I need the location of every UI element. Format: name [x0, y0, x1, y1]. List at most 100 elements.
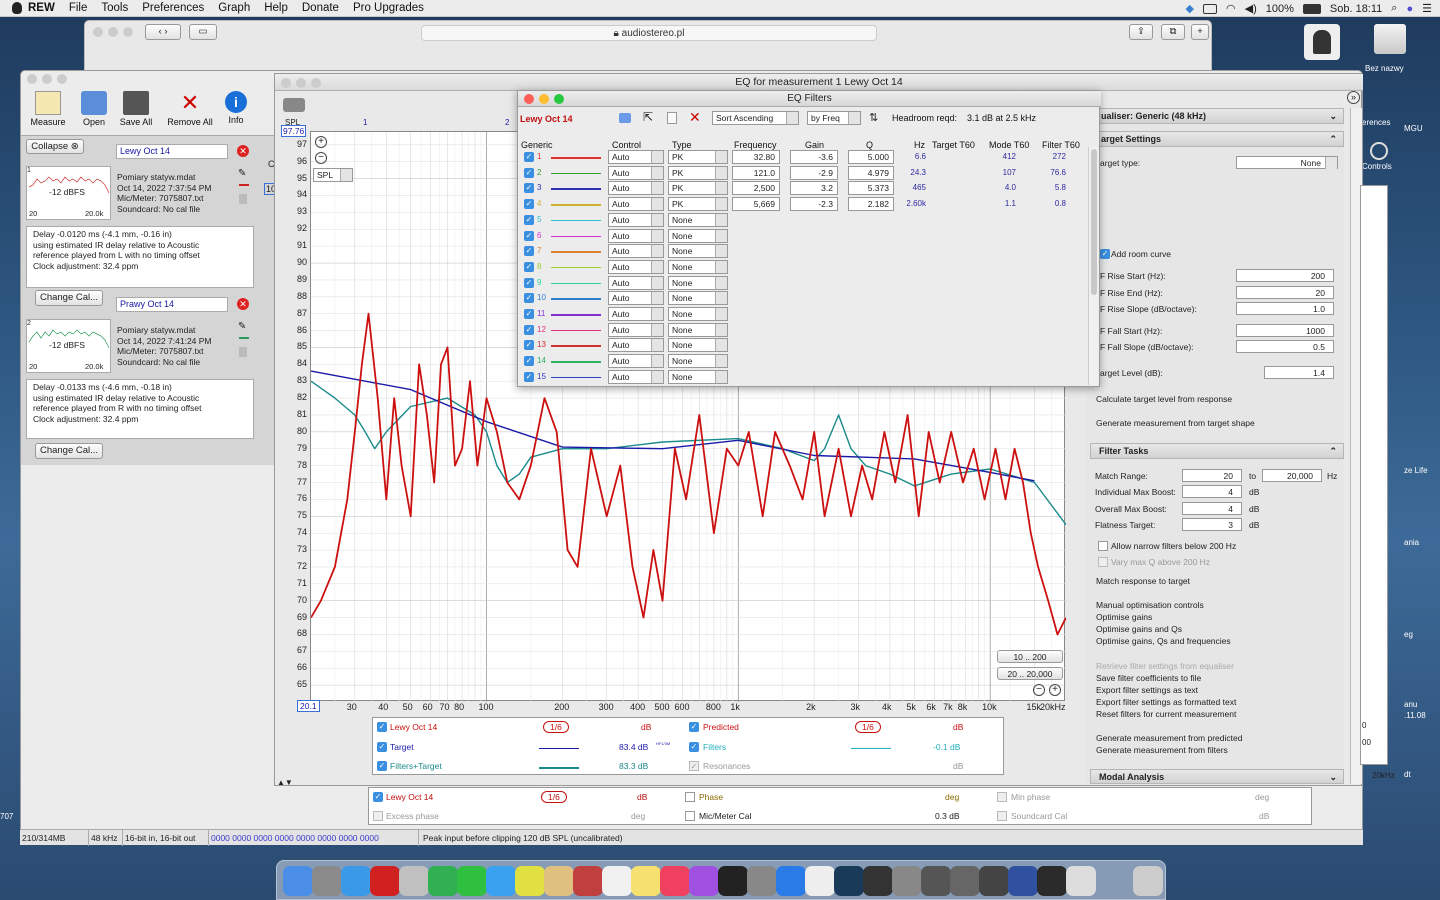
rew-minimize-button[interactable]: [42, 74, 52, 84]
eqf-scroll-thumb[interactable]: [1091, 149, 1097, 295]
menu-file[interactable]: File: [69, 2, 88, 14]
bl-excess-checkbox[interactable]: [373, 811, 383, 821]
target-level-input[interactable]: 1.4: [1264, 366, 1334, 379]
filter-type-select[interactable]: None: [668, 228, 728, 243]
filter-type-select[interactable]: PK: [668, 150, 728, 164]
m2-edit-icon[interactable]: ✎: [238, 321, 246, 332]
filter-type-select[interactable]: None: [668, 212, 728, 227]
legend-checkbox[interactable]: ✓: [377, 761, 387, 771]
legend2-checkbox[interactable]: ✓: [689, 761, 699, 771]
dock-trash-icon[interactable]: [1133, 866, 1163, 896]
clear-filters-icon[interactable]: ✕: [689, 109, 701, 126]
bl-miccal-checkbox[interactable]: [685, 811, 695, 821]
tabs-icon[interactable]: ⧉: [1161, 24, 1185, 40]
range-20-20000-button[interactable]: 20 .. 20,000: [997, 667, 1063, 680]
filter-color-line[interactable]: [551, 282, 601, 285]
dock-music-icon[interactable]: [660, 866, 690, 896]
browser-zoom-button[interactable]: [123, 27, 133, 37]
filter-control-select[interactable]: Auto: [608, 244, 664, 259]
change-cal-button-2[interactable]: Change Cal...: [35, 443, 103, 459]
filter-control-select[interactable]: Auto: [608, 150, 664, 164]
filter-frequency-input[interactable]: 5,669: [732, 197, 780, 212]
filter-enable-checkbox[interactable]: ✓: [524, 356, 534, 367]
change-cal-button-1[interactable]: Change Cal...: [35, 290, 103, 306]
filter-enable-checkbox[interactable]: ✓: [524, 371, 534, 382]
filter-type-select[interactable]: None: [668, 259, 728, 274]
menu-donate[interactable]: Donate: [302, 2, 339, 14]
filter-enable-checkbox[interactable]: ✓: [524, 293, 534, 304]
flatness-input[interactable]: 3: [1182, 518, 1242, 531]
filter-q-input[interactable]: 5.373: [848, 181, 894, 196]
open-button[interactable]: Open: [71, 91, 117, 127]
x-zoom-in-icon[interactable]: +: [1049, 684, 1061, 696]
dock-mail-icon[interactable]: [486, 866, 516, 896]
collapse-button[interactable]: Collapse ⊗: [26, 139, 84, 154]
filter-tasks-header[interactable]: Filter Tasks ⌃: [1090, 443, 1344, 459]
rise-start-input[interactable]: 200: [1236, 269, 1334, 282]
calc-target-button[interactable]: Calculate target level from response: [1096, 394, 1232, 404]
vary-q-checkbox[interactable]: [1098, 557, 1108, 567]
dock-calendar-icon[interactable]: [602, 866, 632, 896]
range-10-200-button[interactable]: 10 .. 200: [997, 650, 1063, 663]
filter-control-select[interactable]: Auto: [608, 275, 664, 290]
remove-all-button[interactable]: ✕ Remove All: [167, 91, 213, 128]
menu-tools[interactable]: Tools: [101, 2, 128, 14]
dock-safari-icon[interactable]: [341, 866, 371, 896]
dock-audio-icon[interactable]: [1037, 866, 1067, 896]
menu-help[interactable]: Help: [264, 2, 288, 14]
y-scale-select[interactable]: SPL: [313, 168, 353, 182]
measurement-2-name[interactable]: Prawy Oct 14: [116, 297, 228, 312]
filter-enable-checkbox[interactable]: ✓: [524, 246, 534, 257]
bl-meas-checkbox[interactable]: ✓: [373, 792, 383, 802]
dock-istat-icon[interactable]: [892, 866, 922, 896]
import-icon[interactable]: ⇱: [643, 110, 653, 124]
dock-facetime-icon[interactable]: [457, 866, 487, 896]
eqf-zoom-button[interactable]: [554, 94, 564, 104]
legend-smoothing[interactable]: 1/6: [543, 721, 569, 733]
filter-color-line[interactable]: [551, 361, 601, 363]
match-range-to-input[interactable]: 20,000: [1262, 469, 1322, 482]
menu-app[interactable]: REW: [28, 2, 55, 14]
camera-icon[interactable]: [283, 98, 305, 112]
dock-stickies-icon[interactable]: [631, 866, 661, 896]
reset-filters-button[interactable]: Reset filters for current measurement: [1096, 709, 1236, 719]
filter-enable-checkbox[interactable]: ✓: [524, 230, 534, 241]
menu-graph[interactable]: Graph: [218, 2, 250, 14]
filter-type-select[interactable]: None: [668, 354, 728, 369]
filter-control-select[interactable]: Auto: [608, 307, 664, 321]
filter-control-select[interactable]: Auto: [608, 165, 664, 180]
filter-enable-checkbox[interactable]: ✓: [524, 199, 534, 210]
bl-soundcal-checkbox[interactable]: [997, 811, 1007, 821]
filter-color-line[interactable]: [551, 266, 601, 269]
retrieve-button[interactable]: Retrieve filter settings from equaliser: [1096, 661, 1234, 671]
browser-back-forward[interactable]: ‹ ›: [145, 24, 181, 40]
filter-frequency-input[interactable]: 2,500: [732, 181, 780, 196]
drive-icon[interactable]: [1374, 24, 1406, 54]
modal-analysis-header[interactable]: Modal Analysis ⌄: [1090, 769, 1344, 784]
filter-enable-checkbox[interactable]: ✓: [524, 309, 534, 319]
remove-measurement-2-icon[interactable]: ✕: [237, 298, 249, 310]
panel-toggle-icon[interactable]: »: [1347, 91, 1360, 104]
gen-filters-button[interactable]: Generate measurement from filters: [1096, 745, 1228, 755]
sidebar-toggle-icon[interactable]: ▭: [189, 24, 217, 40]
copy-icon[interactable]: [667, 112, 677, 124]
filter-control-select[interactable]: Auto: [608, 291, 664, 306]
filter-type-select[interactable]: None: [668, 369, 728, 384]
filter-control-select[interactable]: Auto: [608, 354, 664, 369]
menu-pro-upgrades[interactable]: Pro Upgrades: [353, 2, 424, 14]
dock-system-prefs-icon[interactable]: [921, 866, 951, 896]
dock-rew-icon[interactable]: [1066, 866, 1096, 896]
filter-color-line[interactable]: [551, 251, 601, 253]
legend2-checkbox[interactable]: ✓: [689, 741, 699, 752]
dock-roon-icon[interactable]: [805, 866, 835, 896]
filter-color-line[interactable]: [551, 219, 601, 222]
x-start-value[interactable]: 20.1: [297, 700, 320, 712]
filter-control-select[interactable]: Auto: [608, 338, 664, 353]
dock-launchpad-icon[interactable]: [312, 866, 342, 896]
sort-by-select[interactable]: by Freq: [807, 111, 861, 125]
filter-gain-input[interactable]: 3.2: [790, 181, 838, 196]
match-range-from[interactable]: 20: [1182, 469, 1242, 482]
dock-photos-icon[interactable]: [515, 866, 545, 896]
eq-library-icon[interactable]: [619, 113, 631, 123]
m2-line-color-icon[interactable]: [239, 337, 249, 339]
